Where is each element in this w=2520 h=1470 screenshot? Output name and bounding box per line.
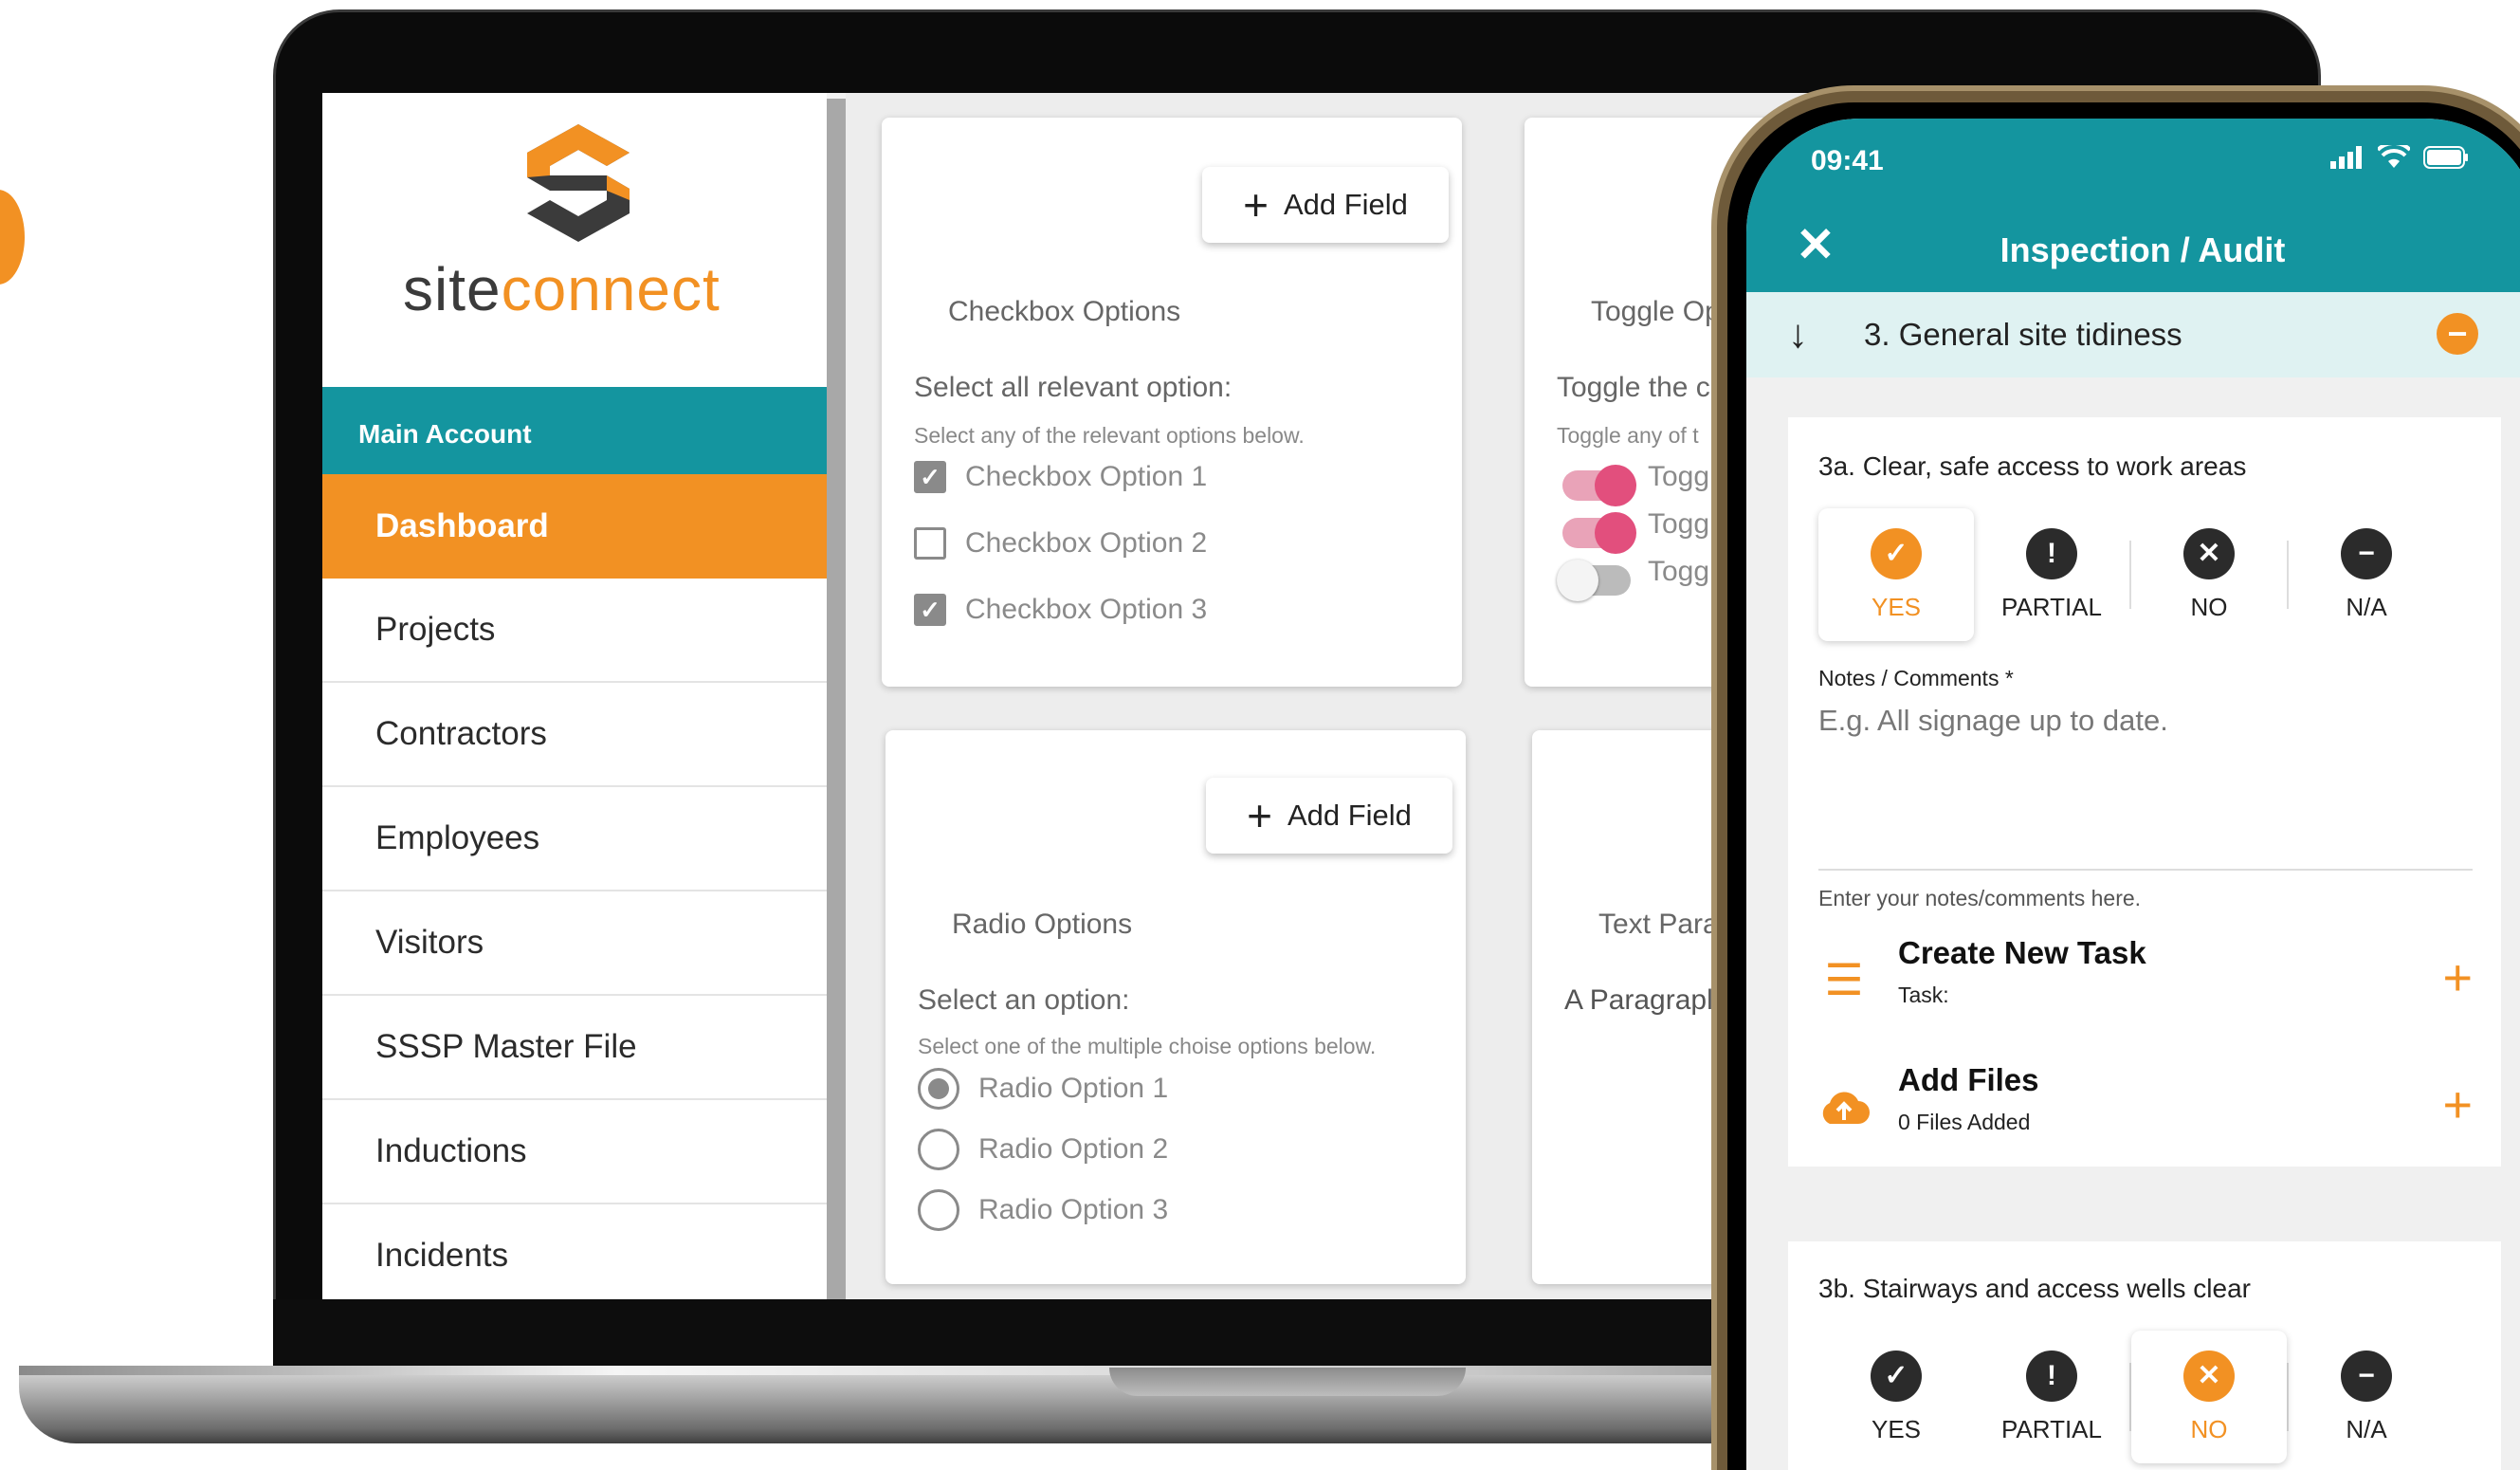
- sidebar-item-visitors[interactable]: Visitors: [322, 891, 827, 996]
- phone-screen: 09:41 ✕ Inspection / Audit ↓ 3. General …: [1746, 119, 2520, 1470]
- sidebar-item-projects[interactable]: Projects: [322, 579, 827, 683]
- minus-icon: −: [2341, 1350, 2392, 1402]
- page-title: Inspection / Audit: [2000, 230, 2286, 269]
- section-title: 3. General site tidiness: [1864, 317, 2182, 352]
- exclamation-icon: !: [2026, 527, 2077, 579]
- signal-icon: [2330, 146, 2362, 169]
- card-prompt: Select all relevant option:: [914, 372, 1233, 403]
- radio-option[interactable]: Radio Option 1: [918, 1068, 1168, 1110]
- checkbox-checked-icon[interactable]: ✓: [914, 594, 946, 626]
- add-field-button[interactable]: + Add Field: [1206, 778, 1452, 854]
- list-icon: ☰: [1824, 955, 1864, 1004]
- radio-options-card: + Add Field Radio Options Select an opti…: [886, 730, 1466, 1284]
- toggle-switch[interactable]: [1557, 560, 1631, 601]
- card-title: Checkbox Options: [948, 296, 1181, 327]
- question-title: 3b. Stairways and access wells clear: [1818, 1274, 2251, 1303]
- arrow-down-icon: ↓: [1788, 311, 1808, 356]
- card-prompt: Select an option:: [918, 984, 1130, 1016]
- answer-na-button[interactable]: − N/A: [2289, 508, 2444, 641]
- checkbox-options-card: + Add Field Checkbox Options Select all …: [882, 118, 1462, 687]
- task-label: Task:: [1898, 983, 1949, 1007]
- status-icons: [2330, 145, 2469, 170]
- toggle-label: Togg: [1648, 461, 1710, 492]
- checkbox-option[interactable]: Checkbox Option 2: [914, 527, 1207, 560]
- answer-no-button[interactable]: ✕ NO: [2131, 508, 2287, 641]
- toggle-switch[interactable]: [1562, 512, 1636, 554]
- question-card-3b: 3b. Stairways and access wells clear ✓ Y…: [1788, 1241, 2501, 1470]
- cloud-upload-icon: [1818, 1081, 1870, 1132]
- app-header: 09:41 ✕ Inspection / Audit: [1746, 119, 2520, 292]
- toggle-label: Togg: [1648, 508, 1710, 540]
- sidebar-item-incidents[interactable]: Incidents: [322, 1204, 827, 1299]
- answer-selector: ✓ YES ! PARTIAL ✕ NO − N/A: [1818, 508, 2473, 641]
- files-count: 0 Files Added: [1898, 1110, 2031, 1134]
- check-icon: ✓: [1871, 527, 1922, 579]
- create-task-row[interactable]: ☰ Create New Task Task: +: [1818, 935, 2473, 1030]
- card-hint: Select one of the multiple choise option…: [918, 1034, 1377, 1058]
- stage: siteconnect Main Account Dashboard Proje…: [0, 0, 2520, 1470]
- answer-na-button[interactable]: − N/A: [2289, 1331, 2444, 1463]
- notes-label: Notes / Comments *: [1818, 666, 2014, 690]
- checkbox-unchecked-icon[interactable]: [914, 527, 946, 560]
- check-icon: ✓: [1871, 1350, 1922, 1402]
- radio-selected-icon[interactable]: [918, 1068, 959, 1110]
- radio-unselected-icon[interactable]: [918, 1129, 959, 1170]
- section-header[interactable]: ↓ 3. General site tidiness −: [1746, 292, 2520, 377]
- paragraph-text: A Paragrapl: [1564, 984, 1713, 1016]
- checkbox-option[interactable]: ✓ Checkbox Option 1: [914, 461, 1207, 493]
- card-prompt: Toggle the c: [1557, 372, 1710, 403]
- add-task-plus-icon[interactable]: +: [2442, 948, 2473, 1007]
- battery-icon: [2423, 146, 2468, 169]
- plus-icon: +: [1247, 791, 1272, 840]
- card-hint: Select any of the relevant options below…: [914, 423, 1305, 448]
- radio-option[interactable]: Radio Option 3: [918, 1189, 1168, 1231]
- checkbox-option[interactable]: ✓ Checkbox Option 3: [914, 594, 1207, 626]
- notes-input[interactable]: E.g. All signage up to date.: [1818, 704, 2168, 738]
- card-hint: Toggle any of t: [1557, 423, 1699, 448]
- sidebar-scrollbar[interactable]: [827, 99, 846, 1299]
- answer-partial-button[interactable]: ! PARTIAL: [1974, 1331, 2129, 1463]
- toggle-switch[interactable]: [1562, 465, 1636, 506]
- toggle-label: Togg: [1648, 556, 1710, 587]
- answer-partial-button[interactable]: ! PARTIAL: [1974, 508, 2129, 641]
- plus-icon: +: [1243, 180, 1269, 230]
- sidebar-item-employees[interactable]: Employees: [322, 787, 827, 891]
- radio-option[interactable]: Radio Option 2: [918, 1129, 1168, 1170]
- checkbox-checked-icon[interactable]: ✓: [914, 461, 946, 493]
- decorative-orange-dot: [0, 190, 25, 285]
- x-icon: ✕: [2183, 527, 2235, 579]
- notes-help-text: Enter your notes/comments here.: [1818, 886, 2142, 910]
- answer-selector: ✓ YES ! PARTIAL ✕ NO − N/A: [1818, 1331, 2473, 1463]
- add-files-row[interactable]: Add Files 0 Files Added +: [1818, 1062, 2473, 1157]
- add-files-plus-icon[interactable]: +: [2442, 1075, 2473, 1134]
- radio-unselected-icon[interactable]: [918, 1189, 959, 1231]
- x-icon: ✕: [2183, 1350, 2235, 1402]
- notes-underline: [1818, 869, 2473, 871]
- sidebar-item-contractors[interactable]: Contractors: [322, 683, 827, 787]
- sidebar: siteconnect Main Account Dashboard Proje…: [322, 93, 827, 1299]
- sidebar-item-sssp-master-file[interactable]: SSSP Master File: [322, 996, 827, 1100]
- answer-no-button[interactable]: ✕ NO: [2131, 1331, 2287, 1463]
- collapse-minus-icon[interactable]: −: [2437, 313, 2478, 355]
- question-card-3a: 3a. Clear, safe access to work areas ✓ Y…: [1788, 417, 2501, 1167]
- question-title: 3a. Clear, safe access to work areas: [1818, 451, 2247, 481]
- answer-yes-button[interactable]: ✓ YES: [1818, 508, 1974, 641]
- answer-yes-button[interactable]: ✓ YES: [1818, 1331, 1974, 1463]
- main-account-header[interactable]: Main Account: [322, 387, 827, 474]
- laptop-notch: [1109, 1368, 1466, 1396]
- minus-icon: −: [2341, 527, 2392, 579]
- add-files-title: Add Files: [1898, 1062, 2039, 1097]
- wifi-icon: [2378, 145, 2410, 168]
- exclamation-icon: !: [2026, 1350, 2077, 1402]
- status-time: 09:41: [1811, 145, 1884, 176]
- card-title: Toggle Op: [1591, 296, 1721, 327]
- siteconnect-logo-icon: [527, 124, 630, 242]
- brand-name: siteconnect: [403, 255, 721, 323]
- add-field-button[interactable]: + Add Field: [1202, 167, 1449, 243]
- card-title: Text Para: [1598, 909, 1719, 940]
- create-task-title: Create New Task: [1898, 935, 2146, 970]
- sidebar-item-dashboard[interactable]: Dashboard: [322, 474, 827, 579]
- card-title: Radio Options: [952, 909, 1133, 940]
- sidebar-item-inductions[interactable]: Inductions: [322, 1100, 827, 1204]
